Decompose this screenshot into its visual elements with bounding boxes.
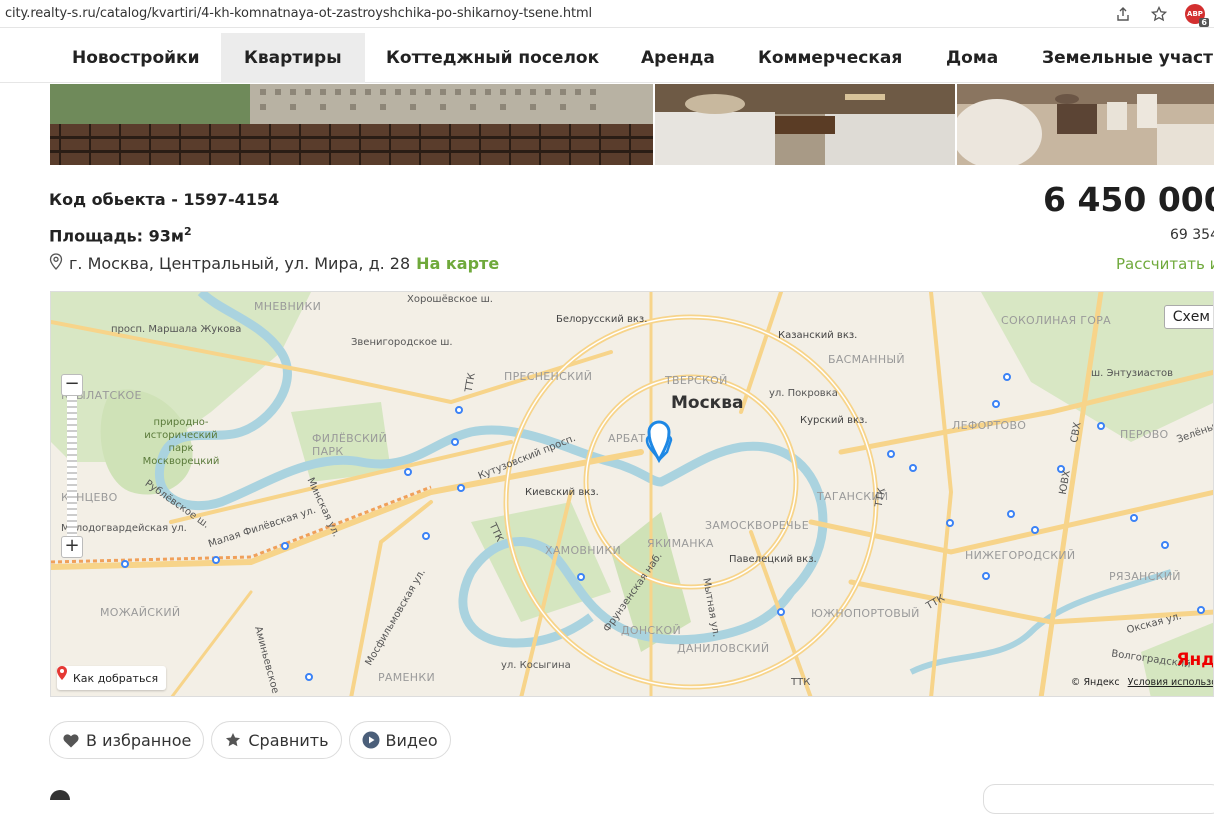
nav-item-cottage[interactable]: Коттеджный поселок: [363, 33, 622, 83]
map-label-ttk-5: ТТК: [791, 677, 811, 688]
map-label-ramenki: РАМЕНКИ: [378, 671, 436, 684]
map-label-kievsky: Киевский вкз.: [525, 487, 599, 498]
video-button-label: Видео: [385, 730, 438, 750]
map-label-tverskoy: ТВЕРСКОЙ: [665, 374, 728, 387]
nav-item-kvartiry[interactable]: Квартиры: [221, 33, 365, 83]
browser-address-bar: city.realty-s.ru/catalog/kvartiri/4-kh-k…: [0, 0, 1214, 28]
nav-item-commercial[interactable]: Коммерческая: [735, 33, 925, 83]
map-label-khoroshevskoe: Хорошёвское ш.: [407, 294, 493, 305]
address-text: г. Москва, Центральный, ул. Мира, д. 28: [69, 254, 411, 273]
map-label-belorussky: Белорусский вкз.: [556, 314, 648, 325]
nav-item-arenda[interactable]: Аренда: [618, 33, 738, 83]
location-pin-icon: [49, 253, 63, 274]
listing-actions: В избранное Сравнить Видео: [49, 721, 451, 759]
object-code: Код обьекта - 1597-4154: [49, 190, 280, 209]
map-label-lefortovo: ЛЕФОРТОВО: [952, 419, 1027, 432]
nav-item-land[interactable]: Земельные участ: [1019, 33, 1214, 83]
share-icon[interactable]: [1112, 3, 1134, 25]
object-address: г. Москва, Центральный, ул. Мира, д. 28 …: [49, 253, 499, 274]
main-navigation: Новостройки Квартиры Коттеджный поселок …: [0, 33, 1214, 83]
map-label-donskoy: ДОНСКОЙ: [621, 624, 682, 637]
map-label-perovo: ПЕРОВО: [1120, 428, 1169, 441]
favorite-button-label: В избранное: [86, 730, 192, 750]
area-unit-sup: 2: [183, 225, 192, 238]
map-label-presnensky: ПРЕСНЕНСКИЙ: [504, 370, 593, 383]
map-label-yuzhnoportovy: ЮЖНОПОРТОВЫЙ: [811, 607, 920, 620]
nav-item-houses[interactable]: Дома: [923, 33, 1021, 83]
map-label-marshala: просп. Маршала Жукова: [111, 324, 242, 335]
adblock-extension-icon[interactable]: ABP 6: [1184, 3, 1209, 27]
browser-toolbar-icons: ABP 6: [1112, 3, 1209, 27]
map-label-entuziastov: ш. Энтузиастов: [1091, 368, 1174, 379]
sidebar-box: [983, 784, 1214, 814]
map-label-kursky: Курский вкз.: [800, 415, 868, 426]
map-label-sokolinaya: СОКОЛИНАЯ ГОРА: [1001, 314, 1111, 327]
map-zoom-control: − +: [61, 374, 83, 558]
copyright-text: © Яндекс: [1070, 677, 1120, 688]
map-label-kosygina: ул. Косыгина: [501, 660, 571, 671]
bookmark-star-icon[interactable]: [1148, 3, 1170, 25]
route-button[interactable]: Как добраться: [57, 666, 167, 690]
map-label-pokrovka: ул. Покровка: [769, 388, 838, 399]
map-label-kazansky: Казанский вкз.: [778, 330, 858, 341]
object-area: Площадь: 93м2: [49, 225, 192, 245]
photo-building-exterior[interactable]: [50, 84, 653, 165]
map-label-basmanny: БАСМАННЫЙ: [828, 353, 905, 366]
compare-button-label: Сравнить: [248, 730, 329, 750]
map-label-ryazansky: РЯЗАНСКИЙ: [1109, 570, 1181, 583]
map-label-filevsky: ФИЛЁВСКИЙ ПАРК: [312, 432, 388, 458]
map-label-paveletsky: Павелецкий вкз.: [729, 554, 817, 565]
map-label-nizhegorodsky: НИЖЕГОРОДСКИЙ: [965, 549, 1076, 562]
heart-icon: [62, 731, 80, 749]
compare-button[interactable]: Сравнить: [211, 721, 342, 759]
map-label-zvenigorodskoe: Звенигородское ш.: [351, 337, 453, 348]
map-label-mnevniki: МНЕВНИКИ: [254, 300, 322, 313]
price-value: 6 450 000: [1043, 180, 1214, 219]
star-icon: [224, 731, 242, 749]
map-label-khamovniki: ХАМОВНИКИ: [545, 544, 621, 557]
map-label-moscow: Москва: [671, 393, 744, 413]
price-per-meter: 69 354: [1170, 227, 1214, 243]
favorite-button[interactable]: В избранное: [49, 721, 205, 759]
area-value: Площадь: 93м: [49, 226, 184, 246]
mortgage-calc-link[interactable]: Рассчитать ип: [1116, 255, 1214, 273]
yandex-map[interactable]: МНЕВНИКИ Хорошёвское ш. просп. Маршала Ж…: [50, 291, 1214, 697]
map-label-arbat: АРБАТ: [608, 432, 646, 445]
map-label-danilovsky: ДАНИЛОВСКИЙ: [677, 642, 770, 655]
zoom-in-button[interactable]: +: [61, 536, 83, 558]
map-label-yakimanka: ЯКИМАНКА: [647, 537, 714, 550]
on-map-link[interactable]: На карте: [416, 254, 499, 273]
photo-gallery: [50, 84, 1214, 165]
map-scheme-button[interactable]: Схем: [1163, 305, 1213, 329]
address-bar-url[interactable]: city.realty-s.ru/catalog/kvartiri/4-kh-k…: [5, 6, 592, 21]
map-copyright: © Яндекс Условия использо: [1070, 677, 1213, 688]
photo-living-room[interactable]: [655, 84, 955, 165]
play-icon: [362, 731, 380, 749]
zoom-slider-track[interactable]: [67, 396, 77, 536]
map-label-zamoskvorechye: ЗАМОСКВОРЕЧЬЕ: [705, 519, 809, 532]
yandex-logo: Янд: [1176, 650, 1214, 670]
nav-item-novostroyki[interactable]: Новостройки: [49, 33, 222, 83]
photo-lounge[interactable]: [957, 84, 1214, 165]
terms-link[interactable]: Условия использо: [1128, 677, 1213, 688]
section-icon: [50, 790, 70, 800]
map-label-mozhaysky: МОЖАЙСКИЙ: [100, 606, 181, 619]
extension-count-badge: 6: [1199, 18, 1209, 27]
zoom-out-button[interactable]: −: [61, 374, 83, 396]
map-label-park: природно-исторический парк Москворецкий: [142, 417, 220, 467]
video-button[interactable]: Видео: [348, 721, 451, 759]
route-button-label: Как добраться: [73, 671, 159, 685]
